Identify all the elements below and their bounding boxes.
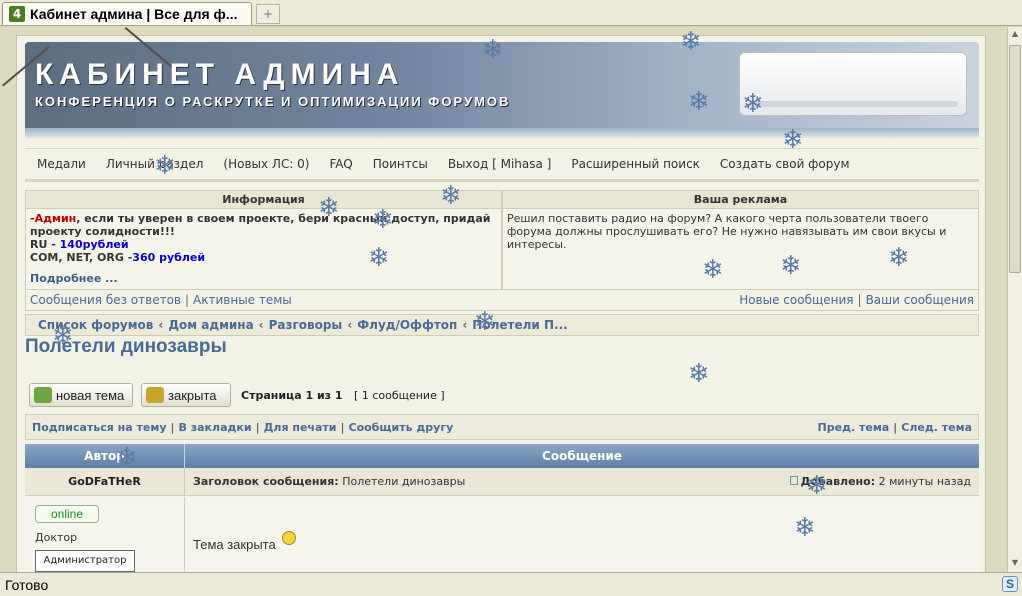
site-title: КАБИНЕТ АДМИНА <box>35 58 405 91</box>
page-indicator: Страница 1 из 1 <box>241 389 343 402</box>
locked-label: закрыта <box>168 387 217 403</box>
page-title[interactable]: Полетели динозавры <box>25 336 227 358</box>
banner-divider <box>25 128 979 138</box>
nav-advanced-search[interactable]: Расширенный поиск <box>571 157 700 171</box>
ru-price: 140рублей <box>59 238 129 251</box>
com-price: 360 рублей <box>132 251 206 264</box>
nav-create-forum[interactable]: Создать свой форум <box>720 157 850 171</box>
info-line1: , если ты уверен в своем проекте, бери к… <box>30 212 491 238</box>
ad-box: Ваша реклама Решил поставить радио на фо… <box>502 190 979 290</box>
main-nav: Медали Личный раздел (Новых ЛС: 0) FAQ П… <box>25 148 979 182</box>
post-count: [ 1 сообщение ] <box>354 389 445 402</box>
topic-actions: Подписаться на тему | В закладки | Для печат… <box>25 414 979 440</box>
nav-new-pm[interactable]: (Новых ЛС: 0) <box>223 157 309 171</box>
nav-personal-section[interactable]: Личный раздел <box>106 157 204 171</box>
post-table-header: Автор Сообщение <box>25 444 979 468</box>
print-link[interactable]: Для печати <box>264 421 337 434</box>
author-rank: Доктор <box>35 531 78 544</box>
active-topics-link[interactable]: Активные темы <box>193 293 292 307</box>
tab-title: Кабинет админа | Все для ф... <box>30 6 238 22</box>
air-conditioner-image <box>739 52 967 116</box>
online-status-badge: online <box>35 505 99 523</box>
com-label: COM, NET, ORG - <box>30 251 133 264</box>
post-subject: Полетели динозавры <box>342 475 466 488</box>
scroll-down-icon[interactable]: ▼ <box>1010 558 1020 570</box>
scroll-up-icon[interactable]: ▲ <box>1010 29 1020 41</box>
crumb-talks[interactable]: Разговоры <box>269 318 343 332</box>
your-posts-link[interactable]: Ваши сообщения <box>866 293 974 307</box>
col-message: Сообщение <box>542 449 622 463</box>
nav-faq[interactable]: FAQ <box>330 157 353 171</box>
crumb-admin-home[interactable]: Дом админа <box>168 318 253 332</box>
smile-icon <box>281 531 296 545</box>
nav-medals[interactable]: Медали <box>37 157 86 171</box>
unanswered-link[interactable]: Сообщения без ответов <box>30 293 181 307</box>
ru-label: RU - <box>30 238 60 251</box>
nav-points[interactable]: Поинтсы <box>373 157 428 171</box>
subscribe-link[interactable]: Подписаться на тему <box>32 421 167 434</box>
forum-frame: КАБИНЕТ АДМИНА КОНФЕРЕНЦИЯ О РАСКРУТКЕ И… <box>16 35 986 572</box>
col-author: Автор <box>25 444 185 468</box>
subject-label: Заголовок сообщения: <box>193 475 339 488</box>
crumb-topic[interactable]: Полетели П... <box>472 318 567 332</box>
site-subtitle: КОНФЕРЕНЦИЯ О РАСКРУТКЕ И ОПТИМИЗАЦИИ ФО… <box>35 94 511 109</box>
added-label: Добавлено: <box>800 475 876 488</box>
scroll-thumb[interactable] <box>1009 45 1021 273</box>
ad-title: Ваша реклама <box>503 191 978 209</box>
vertical-scrollbar[interactable]: ▲ ▼ <box>1007 27 1022 572</box>
new-tab-button[interactable]: + <box>256 4 280 24</box>
more-link[interactable]: Подробнее ... <box>30 272 118 285</box>
browser-tab[interactable]: 4 Кабинет админа | Все для ф... <box>2 2 252 25</box>
header-banner: КАБИНЕТ АДМИНА КОНФЕРЕНЦИЯ О РАСКРУТКЕ И… <box>25 42 979 128</box>
ad-text: Решил поставить радио на форум? А какого… <box>507 212 947 251</box>
tell-friend-link[interactable]: Сообщить другу <box>349 421 454 434</box>
quick-links: Сообщения без ответов | Активные темы Новы… <box>25 290 979 311</box>
pagination: Страница 1 из 1 [ 1 сообщение ] <box>241 389 445 402</box>
post-header-row: GoDFaTHeR Заголовок сообщения: Полетели … <box>25 468 979 496</box>
page-viewport: КАБИНЕТ АДМИНА КОНФЕРЕНЦИЯ О РАСКРУТКЕ И… <box>0 27 1007 572</box>
breadcrumb: Список форумов ‹ Дом админа ‹ Разговоры ‹ Ф… <box>25 314 979 336</box>
prev-topic-link[interactable]: Пред. тема <box>818 421 890 434</box>
author-profile: online Доктор Администратор <box>25 497 185 572</box>
skype-icon[interactable]: S <box>1002 576 1018 592</box>
lock-icon <box>146 387 164 403</box>
post-author[interactable]: GoDFaTHeR <box>25 468 185 495</box>
post-text: Тема закрыта <box>193 537 276 552</box>
bookmark-link[interactable]: В закладки <box>179 421 252 434</box>
info-box: Информация -Админ, если ты уверен в свое… <box>25 190 502 290</box>
new-topic-button[interactable]: новая тема <box>29 383 133 407</box>
admin-rank-badge: Администратор <box>35 550 135 572</box>
locked-button[interactable]: закрыта <box>141 383 231 407</box>
crumb-forum-list[interactable]: Список форумов <box>38 318 153 332</box>
new-topic-label: новая тема <box>56 387 125 403</box>
speech-bubble-icon <box>34 387 52 403</box>
next-topic-link[interactable]: След. тема <box>901 421 972 434</box>
status-text: Готово <box>5 576 49 593</box>
post-doc-icon[interactable] <box>789 476 798 485</box>
post-content: Тема закрыта <box>185 497 979 572</box>
admin-word: -Админ <box>30 212 77 225</box>
nav-logout[interactable]: Выход [ Mihasa ] <box>448 157 552 171</box>
crumb-flood[interactable]: Флуд/Оффтоп <box>357 318 457 332</box>
post-date: 2 минуты назад <box>878 475 971 488</box>
info-text: -Админ, если ты уверен в своем проекте, … <box>26 209 501 267</box>
browser-tabstrip: 4 Кабинет админа | Все для ф... + <box>0 0 1022 26</box>
site-favicon-icon: 4 <box>9 6 25 22</box>
post-body-row: online Доктор Администратор Тема закрыта <box>25 497 979 572</box>
new-posts-link[interactable]: Новые сообщения <box>739 293 853 307</box>
status-bar: Готово S <box>0 572 1022 596</box>
info-title: Информация <box>26 191 501 209</box>
